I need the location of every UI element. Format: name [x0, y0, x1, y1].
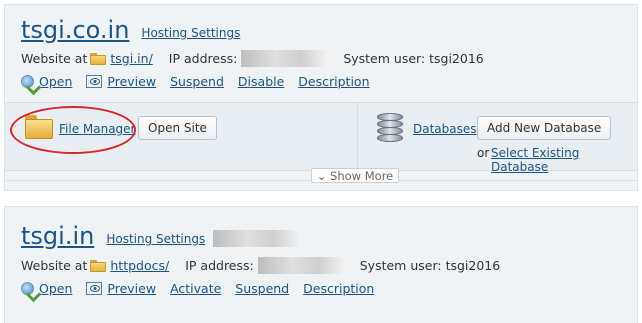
open-globe-icon [21, 75, 34, 88]
suspend-action[interactable]: Suspend [170, 74, 224, 89]
database-icon[interactable] [377, 113, 403, 143]
open-link[interactable]: Open [39, 74, 72, 89]
domain-card-tsgi-in: tsgi.in Hosting Settings Website at http… [4, 206, 638, 323]
website-at-label: Website at [21, 51, 88, 66]
system-user-text: System user: tsgi2016 [359, 258, 501, 273]
suspend-action[interactable]: Suspend [235, 281, 289, 296]
panel-divider [357, 103, 358, 170]
domain-title-row: tsgi.co.in Hosting Settings [21, 17, 240, 43]
ip-address-redacted [241, 50, 328, 67]
open-site-button[interactable]: Open Site [138, 116, 217, 140]
open-link[interactable]: Open [39, 281, 72, 296]
domain-actions: Open Preview Activate Suspend Descriptio… [21, 281, 388, 296]
ip-address-label: IP address: [168, 51, 238, 66]
website-path-link[interactable]: tsgi.in/ [110, 51, 152, 66]
open-globe-icon [21, 282, 34, 295]
folder-icon [90, 259, 107, 272]
description-link[interactable]: Description [298, 74, 369, 89]
description-action[interactable]: Description [303, 281, 374, 296]
ip-address-label: IP address: [185, 258, 254, 273]
domain-info-row: Website at tsgi.in/ IP address: System u… [21, 50, 484, 67]
domain-name-link[interactable]: tsgi.in [21, 223, 94, 249]
preview-action[interactable]: Preview [86, 281, 156, 296]
hosting-settings-link[interactable]: Hosting Settings [141, 26, 240, 40]
description-action[interactable]: Description [298, 74, 369, 89]
preview-link[interactable]: Preview [107, 74, 156, 89]
domain-name-link[interactable]: tsgi.co.in [21, 17, 129, 43]
preview-eye-icon [86, 282, 103, 295]
domain-card-tsgi-co-in: tsgi.co.in Hosting Settings Website at t… [4, 4, 638, 191]
show-more-label: Show More [330, 169, 394, 183]
disable-link[interactable]: Disable [238, 74, 284, 89]
domain-actions: Open Preview Suspend Disable Description [21, 74, 384, 89]
databases-link[interactable]: Databases [413, 122, 477, 136]
or-label: or [477, 146, 490, 160]
preview-link[interactable]: Preview [107, 281, 156, 296]
ip-address-redacted [257, 257, 344, 274]
activate-action[interactable]: Activate [170, 281, 221, 296]
folder-icon [90, 52, 107, 65]
website-path-link[interactable]: httpdocs/ [110, 258, 169, 273]
select-existing-database-link[interactable]: Select Existing Database [491, 146, 637, 174]
open-action[interactable]: Open [21, 281, 72, 296]
preview-action[interactable]: Preview [86, 74, 156, 89]
system-user-text: System user: tsgi2016 [343, 51, 484, 66]
disable-action[interactable]: Disable [238, 74, 284, 89]
open-action[interactable]: Open [21, 74, 72, 89]
redacted-text [213, 230, 300, 247]
preview-eye-icon [86, 75, 103, 88]
show-more-button[interactable]: ⌄ Show More [311, 168, 399, 183]
description-link[interactable]: Description [303, 281, 374, 296]
domain-title-row: tsgi.in Hosting Settings [21, 223, 300, 249]
website-at-label: Website at [21, 258, 88, 273]
suspend-link[interactable]: Suspend [235, 281, 289, 296]
annotation-oval [10, 106, 136, 154]
hosting-settings-link[interactable]: Hosting Settings [106, 232, 205, 246]
suspend-link[interactable]: Suspend [170, 74, 224, 89]
activate-link[interactable]: Activate [170, 281, 221, 296]
add-new-database-button[interactable]: Add New Database [477, 116, 612, 140]
domain-info-row: Website at httpdocs/ IP address: System … [21, 257, 500, 274]
